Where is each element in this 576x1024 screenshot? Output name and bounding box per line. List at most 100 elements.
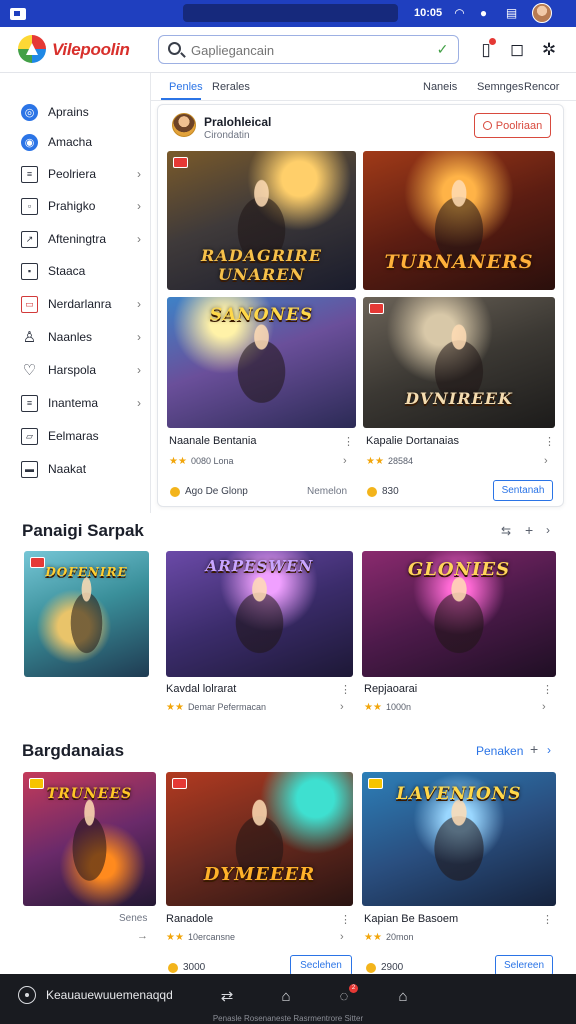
game-art-title: Dymeeer xyxy=(203,864,316,885)
featured-action-button[interactable]: Sentanah xyxy=(493,480,553,501)
nav-item-home[interactable]: Keauauewuuemenaqqd xyxy=(18,986,173,1004)
more-options-icon[interactable]: ⋮ xyxy=(340,913,351,926)
more-options-icon[interactable]: ⋮ xyxy=(343,435,354,448)
section-prev-icon[interactable]: ⇆ xyxy=(501,524,511,538)
game-art-dofenire[interactable]: Dofenire xyxy=(24,551,149,677)
game-name[interactable]: Kavdal lolrarat xyxy=(166,683,236,695)
publisher-avatar[interactable] xyxy=(172,113,196,137)
sidebar-item-nerdarlanra[interactable]: ▭ Nerdarlanra › xyxy=(0,289,150,319)
game-name[interactable]: Repjaoarai xyxy=(364,683,417,695)
chat-icon[interactable]: ◌ 2 xyxy=(333,984,358,1008)
game-art-turnaners[interactable]: Turnaners xyxy=(363,151,555,290)
tab-naneis[interactable]: Naneis xyxy=(423,81,457,93)
status-time: 10:05 xyxy=(414,7,443,19)
chevron-right-icon[interactable]: › xyxy=(546,523,550,537)
more-options-icon[interactable]: ⋮ xyxy=(340,683,351,696)
tab-penles[interactable]: Penles xyxy=(169,81,203,93)
tab-rerales[interactable]: Rerales xyxy=(212,81,250,93)
rating-text: 10ercansne xyxy=(187,932,235,942)
square-icon: ▪ xyxy=(21,262,38,280)
game-art-sanones[interactable]: Sanones xyxy=(167,297,356,428)
sidebar-item-afteningtra[interactable]: ↗ Afteningtra › xyxy=(0,224,150,254)
rating-text: Demar Pefermacan xyxy=(187,702,266,712)
search-box[interactable]: ✓ xyxy=(158,35,459,64)
section-see-more-link[interactable]: Penaken xyxy=(476,744,523,758)
featured-title: Pralohleical xyxy=(204,115,272,129)
stars-icon: ★★ xyxy=(364,932,382,943)
clipboard-icon[interactable]: ▯ xyxy=(474,38,498,62)
coin-icon xyxy=(170,486,180,497)
game-action-button[interactable]: Seclehen xyxy=(290,955,352,976)
follow-icon xyxy=(482,121,492,130)
sidebar: ◎ Aprains ◉ Amacha ≡ Peolriera › ▫ Prahi… xyxy=(0,73,150,513)
folder-icon: ▫ xyxy=(21,197,38,215)
tag-icon xyxy=(369,303,384,314)
game-name[interactable]: Kapian Be Basoem xyxy=(364,913,458,925)
sidebar-item-label: Eelmaras xyxy=(48,429,99,443)
hero-figure xyxy=(59,569,114,659)
sidebar-item-amacha[interactable]: ◉ Amacha xyxy=(0,127,150,157)
sidebar-item-inantema[interactable]: ≡ Inantema › xyxy=(0,388,150,418)
sidebar-item-naakat[interactable]: ▬ Naakat xyxy=(0,454,150,484)
hero-figure xyxy=(416,792,502,886)
coin-icon xyxy=(168,962,178,973)
tab-rencor[interactable]: Rencor xyxy=(524,81,559,93)
game-art-lavenions[interactable]: Lavenions xyxy=(362,772,556,906)
app-name[interactable]: Vilepoolin xyxy=(52,40,130,60)
section-add-button[interactable]: + xyxy=(525,522,533,538)
section-panaigi-sarpak: Panaigi Sarpak ⇆ + › Dofenire Arpeswen G… xyxy=(0,513,576,735)
game-art-arpeswen[interactable]: Arpeswen xyxy=(166,551,353,677)
sidebar-item-eelmaras[interactable]: ▱ Eelmaras xyxy=(0,421,150,451)
game-art-dymeeer[interactable]: Dymeeer xyxy=(166,772,353,906)
game-art-dvnireek[interactable]: Dvnireek xyxy=(363,297,555,428)
app-logo-icon[interactable] xyxy=(18,35,46,63)
active-tab-indicator xyxy=(161,98,201,100)
game-art-trunees[interactable]: Trunees xyxy=(23,772,156,906)
game-rating: ★★ 28584 xyxy=(366,456,413,467)
search-input[interactable] xyxy=(191,41,421,59)
game-name[interactable]: Ranadole xyxy=(166,913,213,925)
window-icon[interactable]: ◻ xyxy=(505,38,529,62)
chevron-right-icon[interactable]: › xyxy=(547,743,551,757)
arrow-right-icon[interactable]: → xyxy=(137,930,148,942)
game-action-button[interactable]: Selereen xyxy=(495,955,553,976)
chevron-right-icon[interactable]: › xyxy=(542,701,546,713)
bookmark-icon[interactable]: ⌂ xyxy=(275,986,297,1008)
search-icon xyxy=(168,42,181,55)
sidebar-item-aprains[interactable]: ◎ Aprains xyxy=(0,97,150,127)
sidebar-item-label: Prahigko xyxy=(48,199,96,213)
more-options-icon[interactable]: ⋮ xyxy=(542,913,553,926)
tab-semnges[interactable]: Semnges xyxy=(477,81,523,93)
follow-button[interactable]: Poolriaan xyxy=(474,113,551,138)
heart-icon: ♡ xyxy=(22,362,37,379)
more-options-icon[interactable]: ⋮ xyxy=(544,435,555,448)
voice-icon[interactable]: ✓ xyxy=(435,42,450,57)
game-art-title: Sanones xyxy=(209,305,314,325)
status-avatar[interactable] xyxy=(532,3,552,23)
follow-label: Poolriaan xyxy=(495,119,543,132)
game-art-title: Trunees xyxy=(46,786,133,802)
sidebar-item-staaca[interactable]: ▪ Staaca xyxy=(0,256,150,286)
chevron-right-icon[interactable]: › xyxy=(340,931,344,943)
chevron-right-icon[interactable]: › xyxy=(340,701,344,713)
chevron-right-icon[interactable]: › xyxy=(544,455,548,467)
sidebar-item-harspola[interactable]: ♡ Harspola › xyxy=(0,355,150,385)
settings-icon[interactable]: ✲ xyxy=(537,38,561,62)
game-name[interactable]: Kapalie Dortanaias xyxy=(366,435,459,447)
game-art-title: Dofenire xyxy=(45,565,128,579)
chevron-right-icon[interactable]: › xyxy=(343,455,347,467)
footer-info: Ago De Glonp xyxy=(170,486,248,497)
filter-icon[interactable]: ⇄ xyxy=(216,986,238,1008)
more-options-icon[interactable]: ⋮ xyxy=(542,683,553,696)
footer-coin-value: 830 xyxy=(382,486,399,497)
sidebar-item-naanles[interactable]: ♙ Naanles › xyxy=(0,322,150,352)
add-icon[interactable]: + xyxy=(530,741,538,757)
sidebar-item-prahigko[interactable]: ▫ Prahigko › xyxy=(0,191,150,221)
game-art-radagrire[interactable]: Radagrire Unaren xyxy=(167,151,356,290)
profile-icon[interactable]: ⌂ xyxy=(392,986,414,1008)
game-rating: ★★ 0080 Lona xyxy=(169,456,233,467)
game-art-glonies[interactable]: Glonies xyxy=(362,551,556,677)
game-art-title: Glonies xyxy=(407,559,511,580)
sidebar-item-peolriera[interactable]: ≡ Peolriera › xyxy=(0,159,150,189)
game-name[interactable]: Naanale Bentania xyxy=(169,435,256,447)
